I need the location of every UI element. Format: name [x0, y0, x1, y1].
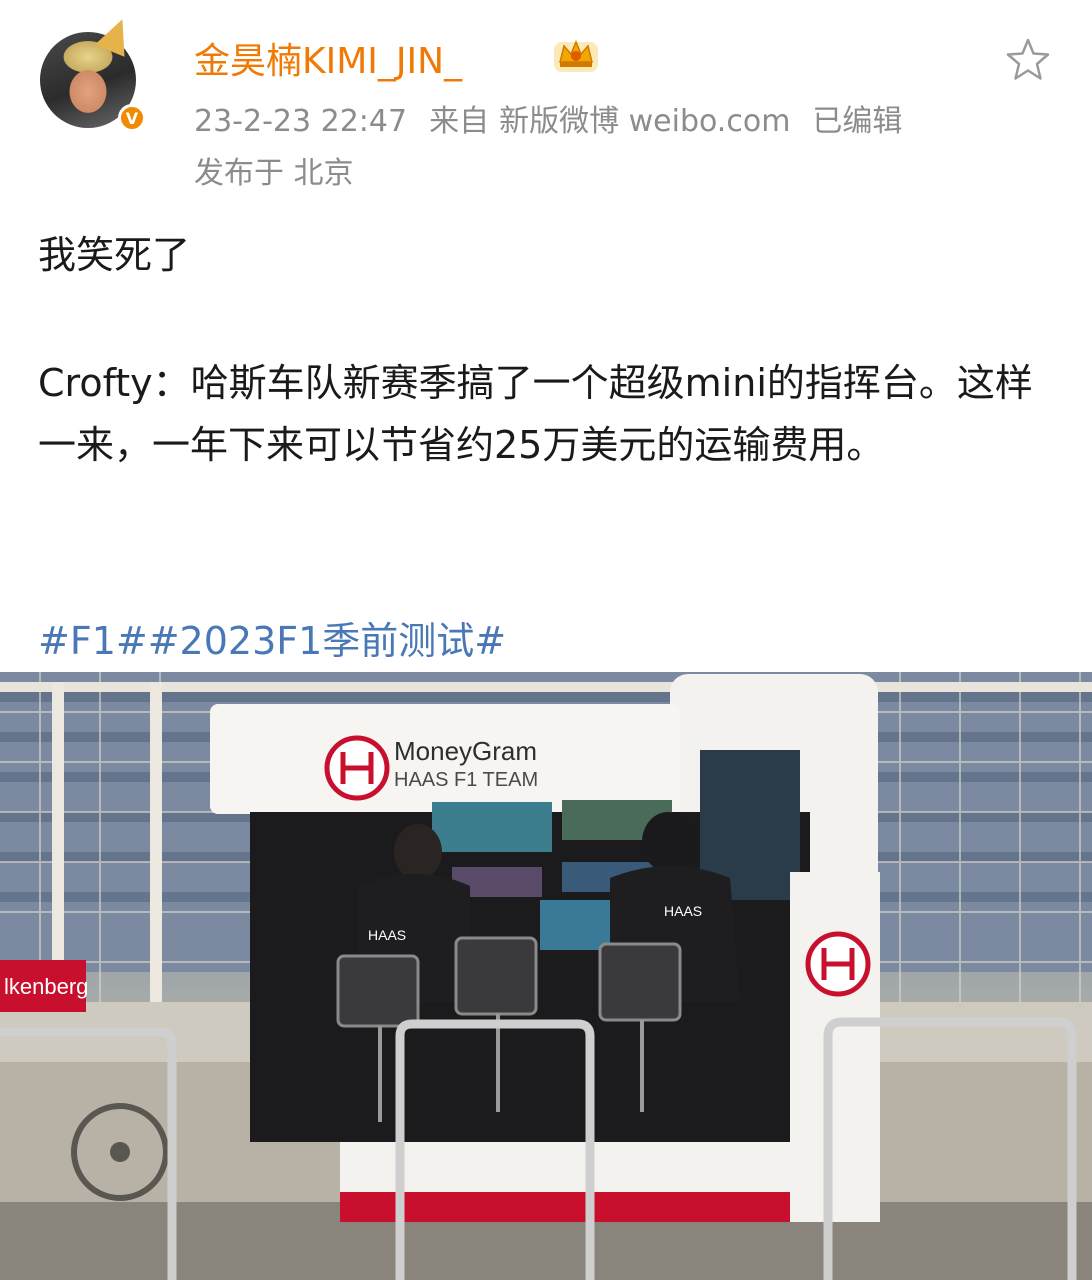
- post-photo[interactable]: lkenberg MoneyGram HAAS F1 TEAM HAAS HAA…: [0, 672, 1092, 1280]
- post-text-body: Crofty：哈斯车队新赛季搞了一个超级mini的指挥台。这样一来，一年下来可以…: [38, 361, 1033, 467]
- verified-icon: V: [118, 104, 146, 132]
- driver-sign-text: lkenberg: [4, 974, 88, 999]
- crown-icon: [554, 40, 598, 72]
- avatar[interactable]: V: [40, 13, 146, 132]
- star-outline-icon[interactable]: [1004, 36, 1052, 84]
- team-text: HAAS F1 TEAM: [394, 769, 538, 791]
- source-prefix: 来自: [429, 104, 490, 139]
- edited-label[interactable]: 已编辑: [812, 104, 902, 139]
- source-link[interactable]: 新版微博 weibo.com: [499, 104, 790, 139]
- sponsor-text: MoneyGram: [394, 736, 537, 766]
- username[interactable]: 金昊楠KIMI_JIN_: [194, 32, 462, 84]
- pitwall-photo-illustration: lkenberg MoneyGram HAAS F1 TEAM HAAS HAA…: [0, 672, 1092, 1280]
- hashtags: #F1##2023F1季前测试#: [38, 610, 506, 665]
- location-label: 发布于 北京: [194, 156, 354, 191]
- post-text-line1: 我笑死了: [38, 233, 191, 277]
- hashtag-2023-preseason[interactable]: #2023F1季前测试#: [148, 619, 506, 663]
- shirt-logo-right: HAAS: [664, 903, 702, 919]
- hashtag-f1[interactable]: #F1#: [38, 619, 148, 663]
- post-meta: 23-2-23 22:47 来自 新版微博 weibo.com 已编辑: [194, 96, 924, 140]
- timestamp: 23-2-23 22:47: [194, 104, 408, 139]
- shirt-logo-left: HAAS: [368, 927, 406, 943]
